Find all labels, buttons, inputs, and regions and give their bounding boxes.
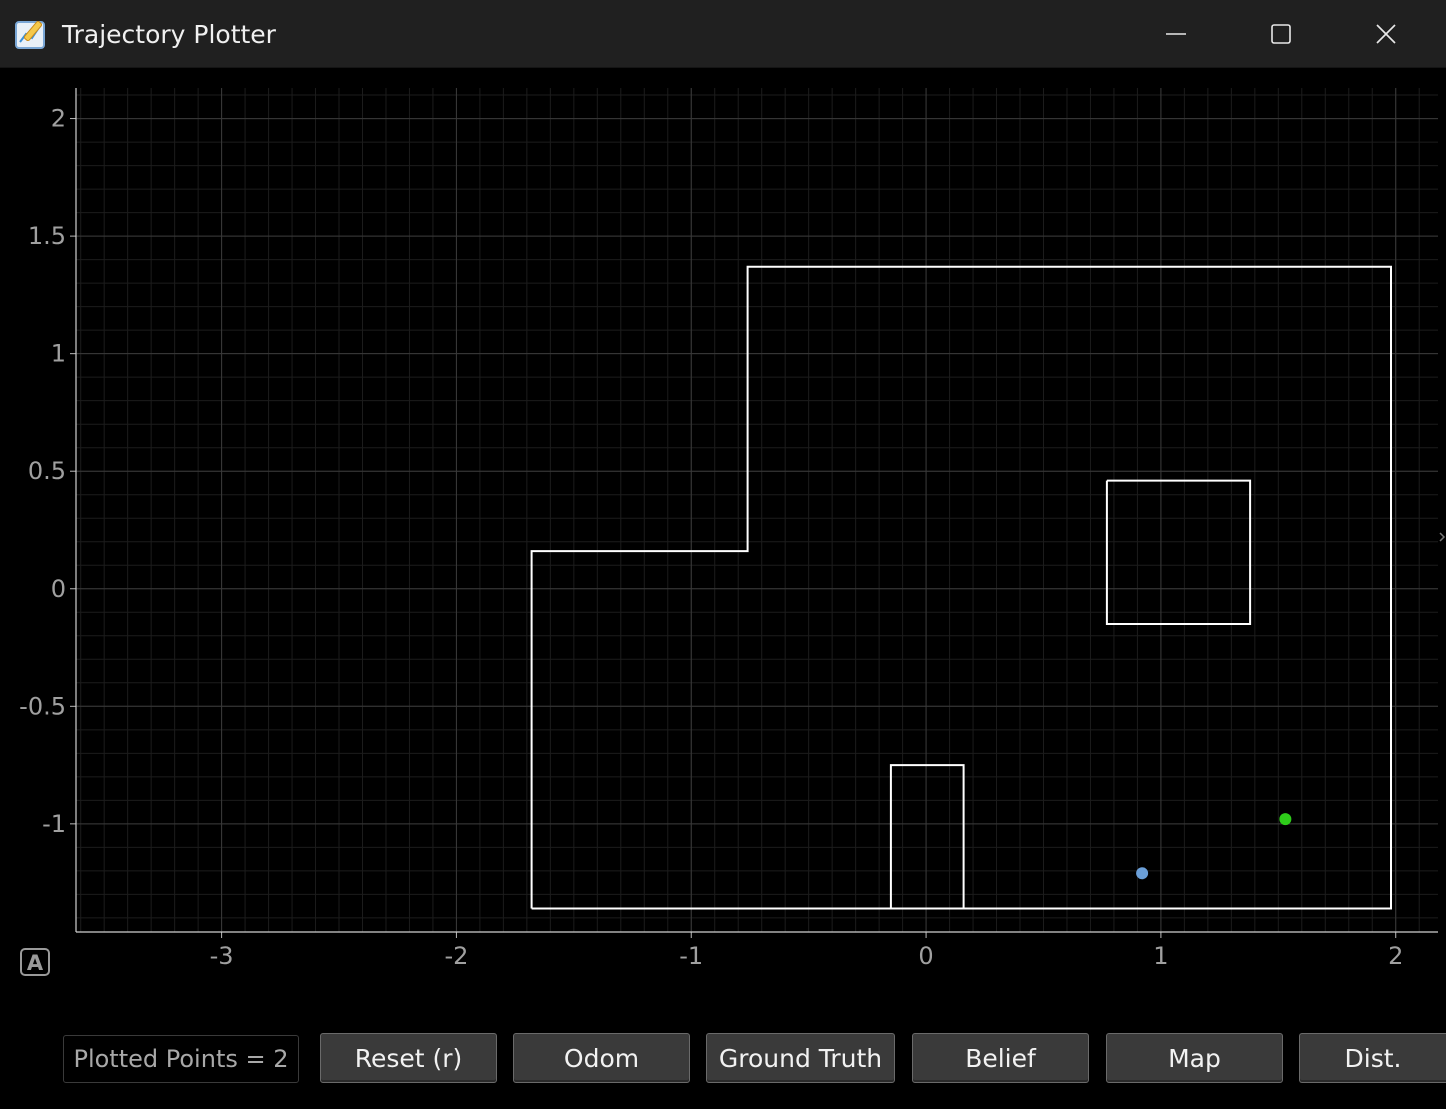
y-tick-label: -1 xyxy=(42,810,66,838)
y-tick-label: 2 xyxy=(51,105,66,133)
close-button[interactable] xyxy=(1334,0,1438,68)
odom-button[interactable]: Odom xyxy=(513,1033,690,1083)
y-tick-label: 0.5 xyxy=(28,457,66,485)
map-wall-2 xyxy=(889,764,965,909)
x-tick-label: 0 xyxy=(918,942,933,970)
y-tick-label: -0.5 xyxy=(19,692,66,720)
x-tick-label: 2 xyxy=(1388,942,1403,970)
x-tick-label: -3 xyxy=(210,942,234,970)
odom-point xyxy=(1136,867,1149,880)
x-tick-label: 1 xyxy=(1153,942,1168,970)
y-tick-label: 1 xyxy=(51,340,66,368)
trajectory-plot[interactable]: -3 -2 -1 0 1 2 2 1.5 1 0.5 0 -0.5 -1 xyxy=(0,68,1446,1008)
chevron-right-icon xyxy=(1439,532,1446,542)
minimize-button[interactable] xyxy=(1124,0,1228,68)
ground-truth-button[interactable]: Ground Truth xyxy=(706,1033,895,1083)
plot-area[interactable]: -3 -2 -1 0 1 2 2 1.5 1 0.5 0 -0.5 -1 xyxy=(0,68,1446,1008)
y-tick-label: 0 xyxy=(51,575,66,603)
maximize-button[interactable] xyxy=(1229,0,1333,68)
autoscale-label: A xyxy=(27,951,44,975)
plotted-points-status: Plotted Points = 2 xyxy=(63,1035,299,1083)
maximize-icon xyxy=(1271,24,1291,44)
ground-truth-point xyxy=(1279,813,1292,826)
reset-button[interactable]: Reset (r) xyxy=(320,1033,497,1083)
autoscale-button[interactable]: A xyxy=(20,948,50,976)
x-tick-label: -1 xyxy=(679,942,703,970)
map-button[interactable]: Map xyxy=(1106,1033,1283,1083)
app-icon xyxy=(15,20,45,49)
minimize-icon xyxy=(1166,33,1186,35)
map-wall-1 xyxy=(1105,479,1252,625)
title-bar: Trajectory Plotter xyxy=(0,0,1446,68)
belief-button[interactable]: Belief xyxy=(912,1033,1089,1083)
x-tick-label: -2 xyxy=(444,942,468,970)
y-tick-label: 1.5 xyxy=(28,222,66,250)
close-icon xyxy=(1376,24,1396,44)
map-wall-0 xyxy=(530,265,1392,910)
dist-button[interactable]: Dist. xyxy=(1299,1033,1446,1083)
window-title: Trajectory Plotter xyxy=(62,20,276,49)
